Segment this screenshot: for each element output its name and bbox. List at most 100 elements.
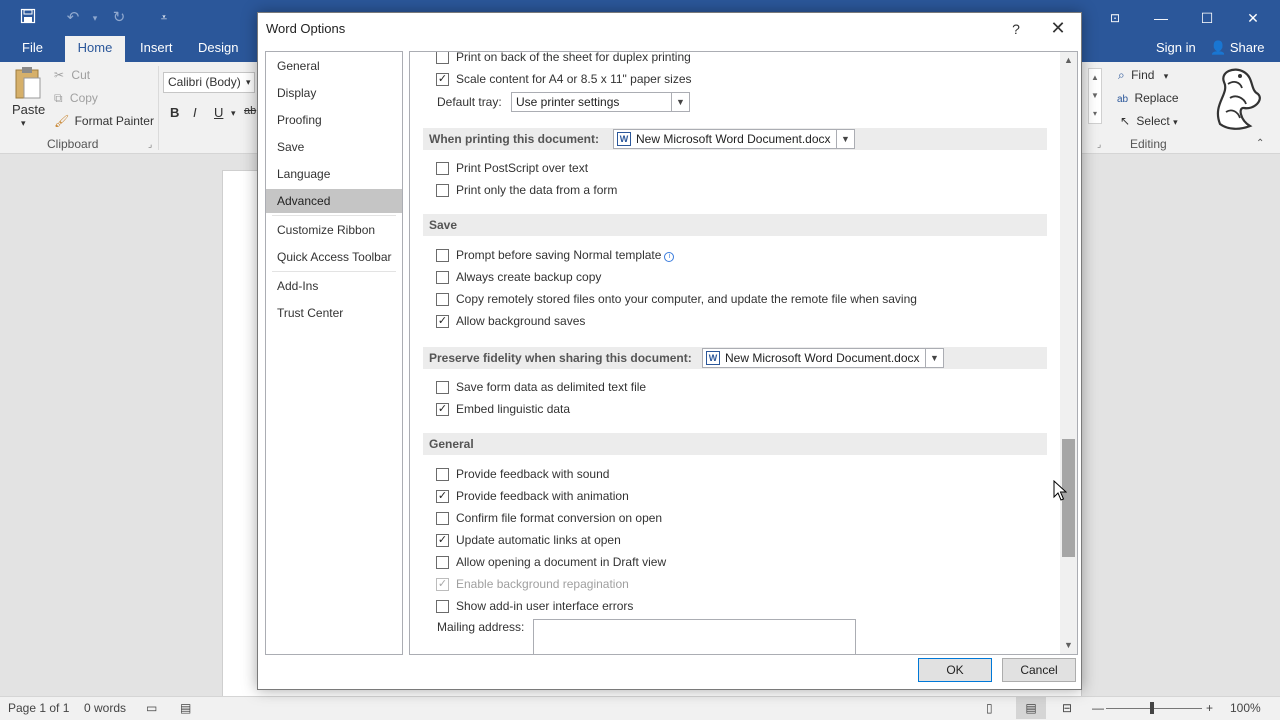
checkbox[interactable] bbox=[436, 556, 449, 569]
nav-item-trust-center[interactable]: Trust Center bbox=[266, 301, 402, 325]
format-painter-button[interactable]: 🖌 Format Painter bbox=[54, 114, 154, 128]
italic-button[interactable]: I bbox=[193, 105, 197, 120]
option-label: Update automatic links at open bbox=[456, 533, 621, 547]
copy-button[interactable]: ⧉ Copy bbox=[54, 91, 98, 106]
chevron-down-icon[interactable]: ▼ bbox=[925, 349, 943, 367]
nav-item-advanced[interactable]: Advanced bbox=[266, 189, 402, 213]
macro-icon[interactable]: ▤ bbox=[180, 701, 191, 715]
option-label: Print PostScript over text bbox=[456, 161, 589, 175]
checkbox[interactable]: ✓ bbox=[436, 315, 449, 328]
checkbox[interactable]: ✓ bbox=[436, 534, 449, 547]
undo-icon[interactable]: ↶ bbox=[62, 8, 84, 28]
print-document-select[interactable]: W New Microsoft Word Document.docx ▼ bbox=[613, 129, 855, 149]
zoom-slider-thumb[interactable] bbox=[1150, 702, 1154, 714]
minimize-button[interactable]: — bbox=[1138, 0, 1184, 36]
tab-insert[interactable]: Insert bbox=[128, 36, 185, 62]
page-count[interactable]: Page 1 of 1 bbox=[8, 701, 69, 715]
styles-up-icon[interactable]: ▲ bbox=[1089, 69, 1101, 87]
ok-button[interactable]: OK bbox=[918, 658, 992, 682]
close-window-button[interactable]: ✕ bbox=[1230, 0, 1276, 36]
nav-item-quick-access-toolbar[interactable]: Quick Access Toolbar bbox=[266, 245, 402, 269]
tab-file[interactable]: File bbox=[10, 36, 55, 62]
scroll-down-icon[interactable]: ▼ bbox=[1060, 637, 1077, 654]
word-count[interactable]: 0 words bbox=[84, 701, 126, 715]
checkbox[interactable] bbox=[436, 468, 449, 481]
section-general: General bbox=[423, 433, 1047, 455]
underline-button[interactable]: U bbox=[214, 105, 223, 120]
chevron-down-icon[interactable]: ▼ bbox=[836, 130, 854, 148]
tab-design[interactable]: Design bbox=[186, 36, 250, 62]
web-layout-icon[interactable]: ⊟ bbox=[1062, 701, 1072, 715]
underline-dropdown-icon[interactable]: ▾ bbox=[231, 108, 236, 119]
font-name-box[interactable]: Calibri (Body) bbox=[163, 72, 255, 93]
checkbox[interactable] bbox=[436, 184, 449, 197]
checkbox[interactable] bbox=[436, 293, 449, 306]
checkbox[interactable] bbox=[436, 600, 449, 613]
checkbox[interactable]: ✓ bbox=[436, 73, 449, 86]
info-icon[interactable]: i bbox=[664, 252, 675, 262]
share-label: Share bbox=[1229, 40, 1265, 55]
proofing-icon[interactable]: ▭ bbox=[146, 701, 157, 715]
zoom-out-icon[interactable]: — bbox=[1092, 701, 1104, 715]
fidelity-document-select[interactable]: W New Microsoft Word Document.docx ▼ bbox=[702, 348, 944, 368]
option-label: Allow opening a document in Draft view bbox=[456, 555, 667, 569]
nav-item-display[interactable]: Display bbox=[266, 81, 402, 105]
default-tray-select[interactable]: Use printer settings ▼ bbox=[511, 92, 690, 112]
checkbox[interactable] bbox=[436, 381, 449, 394]
content-scrollbar[interactable]: ▲ ▼ bbox=[1060, 52, 1077, 654]
select-button[interactable]: ↖ Select ▾ bbox=[1120, 114, 1178, 128]
nav-item-add-ins[interactable]: Add-Ins bbox=[266, 274, 402, 298]
cut-button[interactable]: ✂ Cut bbox=[54, 68, 90, 82]
save-icon[interactable] bbox=[17, 8, 39, 28]
zoom-in-icon[interactable]: + bbox=[1206, 701, 1213, 715]
strikethrough-button[interactable]: ab bbox=[244, 105, 256, 117]
sign-in-link[interactable]: Sign in bbox=[1156, 36, 1196, 62]
dialog-close-button[interactable]: ✕ bbox=[1044, 15, 1072, 41]
paste-button[interactable]: Paste bbox=[12, 102, 45, 117]
help-button[interactable]: ? bbox=[1004, 17, 1028, 41]
cancel-button[interactable]: Cancel bbox=[1002, 658, 1076, 682]
checkbox[interactable] bbox=[436, 271, 449, 284]
redo-icon[interactable]: ↻ bbox=[108, 8, 130, 28]
checkbox[interactable] bbox=[436, 512, 449, 525]
share-button[interactable]: 👤 Share bbox=[1210, 36, 1265, 62]
customize-qat-icon[interactable]: ⩡ bbox=[153, 8, 175, 28]
nav-item-general[interactable]: General bbox=[266, 54, 402, 78]
nav-item-language[interactable]: Language bbox=[266, 162, 402, 186]
font-dropdown-icon[interactable]: ▾ bbox=[246, 77, 251, 88]
paste-dropdown-icon[interactable]: ▾ bbox=[21, 118, 26, 129]
checkbox[interactable]: ✓ bbox=[436, 490, 449, 503]
bold-button[interactable]: B bbox=[170, 105, 179, 120]
nav-item-proofing[interactable]: Proofing bbox=[266, 108, 402, 132]
status-bar: Page 1 of 1 0 words ▭ ▤ ▯ ▤ ⊟ — + 100% bbox=[0, 696, 1280, 720]
styles-scroll[interactable]: ▲ ▼ ▾ bbox=[1088, 68, 1102, 124]
collapse-ribbon-icon[interactable]: ⌃ bbox=[1256, 138, 1264, 149]
styles-down-icon[interactable]: ▼ bbox=[1089, 87, 1101, 105]
checkbox[interactable]: ✓ bbox=[436, 403, 449, 416]
read-mode-icon[interactable]: ▯ bbox=[986, 701, 993, 715]
replace-button[interactable]: ab Replace bbox=[1117, 91, 1179, 105]
find-button[interactable]: ⌕ Find ▾ bbox=[1118, 68, 1168, 83]
scroll-up-icon[interactable]: ▲ bbox=[1060, 52, 1077, 69]
paste-icon[interactable] bbox=[12, 66, 46, 102]
nav-item-customize-ribbon[interactable]: Customize Ribbon bbox=[266, 218, 402, 242]
option-label: Prompt before saving Normal template i bbox=[456, 248, 675, 262]
clipboard-launcher-icon[interactable]: ⌟ bbox=[148, 139, 152, 150]
undo-dropdown-icon[interactable]: ▾ bbox=[84, 8, 106, 28]
mailing-address-field[interactable] bbox=[533, 619, 856, 654]
checkbox[interactable] bbox=[436, 52, 449, 64]
print-layout-icon[interactable]: ▤ bbox=[1016, 697, 1046, 719]
maximize-button[interactable]: ☐ bbox=[1184, 0, 1230, 36]
zoom-slider[interactable] bbox=[1106, 708, 1202, 709]
styles-launcher-icon[interactable]: ⌟ bbox=[1097, 139, 1101, 150]
tab-home[interactable]: Home bbox=[65, 36, 125, 62]
ribbon-display-icon[interactable]: ⊡ bbox=[1092, 0, 1138, 36]
checkbox[interactable] bbox=[436, 249, 449, 262]
checkbox[interactable] bbox=[436, 162, 449, 175]
styles-more-icon[interactable]: ▾ bbox=[1089, 105, 1101, 123]
nav-item-save[interactable]: Save bbox=[266, 135, 402, 159]
group-divider bbox=[158, 66, 159, 150]
zoom-level[interactable]: 100% bbox=[1230, 701, 1261, 715]
copy-icon: ⧉ bbox=[54, 91, 63, 105]
chevron-down-icon[interactable]: ▼ bbox=[671, 93, 689, 111]
